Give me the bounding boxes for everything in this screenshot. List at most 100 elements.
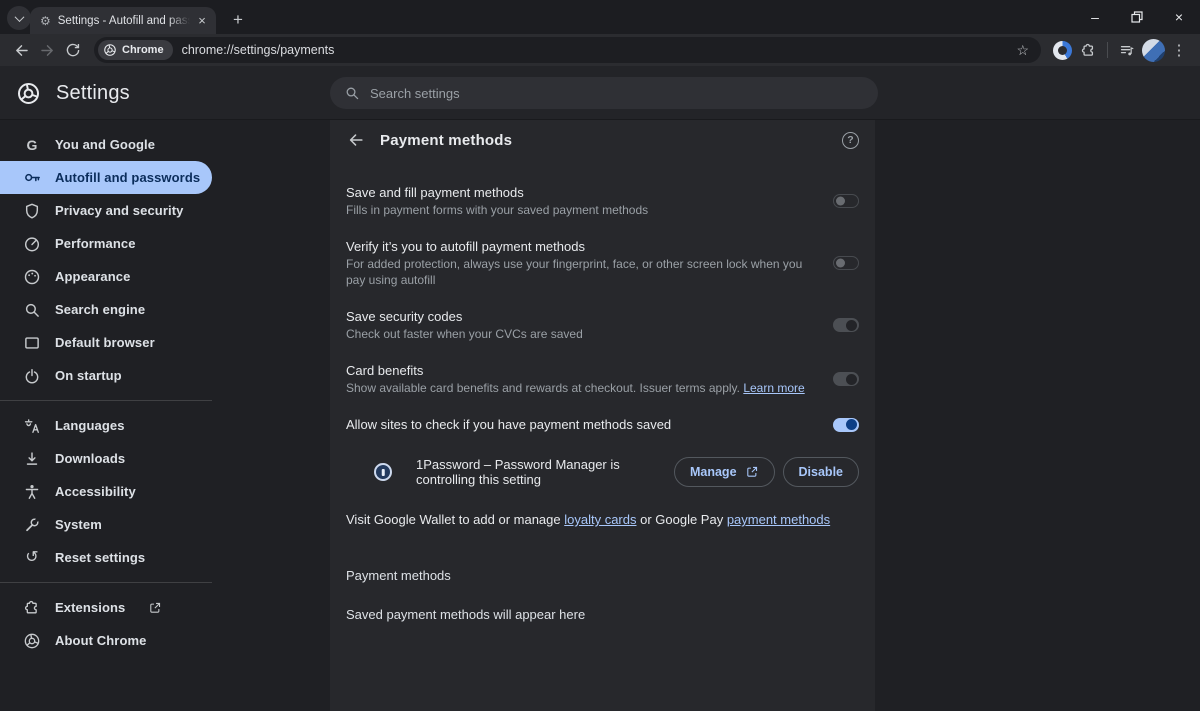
- back-arrow-button[interactable]: [346, 130, 366, 150]
- back-arrow-icon: [13, 42, 30, 59]
- chrome-url-chip[interactable]: Chrome: [98, 40, 173, 60]
- disable-button[interactable]: Disable: [783, 457, 859, 487]
- wrench-icon: [22, 515, 42, 535]
- back-arrow-icon: [347, 131, 365, 149]
- omnibox[interactable]: Chrome chrome://settings/payments ☆: [94, 37, 1041, 63]
- sidebar-item-reset-settings[interactable]: ↺ Reset settings: [0, 541, 212, 574]
- toggle-verify[interactable]: [833, 256, 859, 270]
- sidebar: G You and Google Autofill and passwords: [0, 120, 330, 711]
- external-link-icon: [745, 465, 759, 479]
- sidebar-item-system[interactable]: System: [0, 508, 212, 541]
- restore-button[interactable]: [1116, 0, 1158, 34]
- forward-button[interactable]: [34, 37, 60, 63]
- sidebar-item-on-startup[interactable]: On startup: [0, 359, 212, 392]
- sidebar-item-privacy-and-security[interactable]: Privacy and security: [0, 194, 212, 227]
- kebab-menu-icon: ⋮: [1172, 41, 1187, 59]
- sidebar-item-extensions[interactable]: Extensions: [0, 591, 212, 624]
- sidebar-item-appearance[interactable]: Appearance: [0, 260, 212, 293]
- page-title: Settings: [56, 82, 130, 105]
- close-button[interactable]: ×: [1158, 0, 1200, 34]
- row-title: Verify it’s you to autofill payment meth…: [346, 238, 813, 255]
- toggle-save-security-codes[interactable]: [833, 318, 859, 332]
- chrome-logo-icon: [22, 631, 42, 651]
- section-title: Payment methods: [380, 132, 512, 149]
- chrome-logo-icon: [16, 81, 41, 106]
- shield-icon: [22, 201, 42, 221]
- external-link-icon: [148, 601, 162, 615]
- extension-controlled-row: 1Password – Password Manager is controll…: [330, 447, 875, 497]
- sidebar-item-autofill-and-passwords[interactable]: Autofill and passwords: [0, 161, 212, 194]
- tab-close-icon[interactable]: ×: [194, 13, 210, 29]
- 1password-icon: [374, 463, 392, 481]
- extensions-button[interactable]: [1075, 37, 1101, 63]
- restore-icon: [1131, 11, 1143, 23]
- sidebar-item-about-chrome[interactable]: About Chrome: [0, 624, 212, 657]
- extension-controlled-text: 1Password – Password Manager is controll…: [416, 457, 674, 487]
- sidebar-item-downloads[interactable]: Downloads: [0, 442, 212, 475]
- sidebar-item-performance[interactable]: Performance: [0, 227, 212, 260]
- search-icon: [344, 85, 360, 101]
- browser-window: ⚙ Settings - Autofill and password × + –…: [0, 0, 1200, 711]
- toggle-card-benefits[interactable]: [833, 372, 859, 386]
- page-gutter: [875, 120, 1200, 711]
- sidebar-item-search-engine[interactable]: Search engine: [0, 293, 212, 326]
- toggle-allow-sites[interactable]: [833, 418, 859, 432]
- tab-title: Settings - Autofill and password: [58, 15, 190, 27]
- learn-more-link[interactable]: Learn more: [743, 381, 804, 395]
- avatar: [1142, 39, 1165, 62]
- search-settings-input[interactable]: [370, 86, 864, 101]
- media-controls-button[interactable]: [1114, 37, 1140, 63]
- search-icon: [22, 300, 42, 320]
- setting-row-verify: Verify it’s you to autofill payment meth…: [330, 228, 875, 298]
- manage-button[interactable]: Manage: [674, 457, 775, 487]
- back-button[interactable]: [8, 37, 34, 63]
- forward-arrow-icon: [39, 42, 56, 59]
- row-subtitle: Check out faster when your CVCs are save…: [346, 326, 813, 342]
- reload-button[interactable]: [60, 37, 86, 63]
- google-g-icon: G: [22, 135, 42, 155]
- setting-row-save-and-fill: Save and fill payment methods Fills in p…: [330, 174, 875, 228]
- sidebar-divider: [0, 582, 212, 583]
- profile-button[interactable]: [1140, 37, 1166, 63]
- minimize-button[interactable]: –: [1074, 0, 1116, 34]
- help-icon[interactable]: ?: [842, 132, 859, 149]
- browser-tab[interactable]: ⚙ Settings - Autofill and password ×: [30, 7, 216, 34]
- loyalty-cards-link[interactable]: loyalty cards: [564, 512, 636, 527]
- chevron-down-icon: [14, 12, 24, 22]
- payment-methods-card: Payment methods ? Save and fill payment …: [330, 120, 875, 711]
- new-tab-button[interactable]: +: [226, 8, 250, 32]
- translate-icon: [22, 416, 42, 436]
- gear-icon: ⚙: [40, 15, 51, 27]
- settings-brand: Settings: [16, 66, 130, 120]
- toggle-save-and-fill[interactable]: [833, 194, 859, 208]
- chip-label: Chrome: [122, 44, 164, 56]
- bookmark-star-icon[interactable]: ☆: [1012, 42, 1033, 59]
- sidebar-item-languages[interactable]: Languages: [0, 409, 212, 442]
- row-subtitle: For added protection, always use your fi…: [346, 256, 813, 288]
- download-icon: [22, 449, 42, 469]
- menu-button[interactable]: ⋮: [1166, 37, 1192, 63]
- row-title: Save and fill payment methods: [346, 184, 813, 201]
- sidebar-item-default-browser[interactable]: Default browser: [0, 326, 212, 359]
- puzzle-icon: [22, 598, 42, 618]
- browser-window-icon: [22, 333, 42, 353]
- puzzle-icon: [1080, 42, 1097, 59]
- row-title: Save security codes: [346, 308, 813, 325]
- media-controls-icon: [1119, 42, 1136, 59]
- row-title: Allow sites to check if you have payment…: [346, 416, 813, 433]
- settings-search[interactable]: [330, 77, 878, 109]
- empty-list-text: Saved payment methods will appear here: [330, 589, 875, 640]
- payment-methods-link[interactable]: payment methods: [727, 512, 830, 527]
- sidebar-item-accessibility[interactable]: Accessibility: [0, 475, 212, 508]
- toolbar-separator: [1107, 42, 1108, 58]
- password-extension-button[interactable]: [1049, 37, 1075, 63]
- tab-search-button[interactable]: [7, 6, 31, 30]
- window-controls: – ×: [1074, 0, 1200, 34]
- url-text[interactable]: chrome://settings/payments: [182, 43, 1013, 57]
- card-header: Payment methods ?: [330, 120, 875, 160]
- sidebar-item-you-and-google[interactable]: G You and Google: [0, 128, 212, 161]
- tab-strip: ⚙ Settings - Autofill and password × + –…: [0, 0, 1200, 34]
- wallet-text: or Google Pay: [636, 512, 726, 527]
- sidebar-divider: [0, 400, 212, 401]
- row-title: Card benefits: [346, 362, 813, 379]
